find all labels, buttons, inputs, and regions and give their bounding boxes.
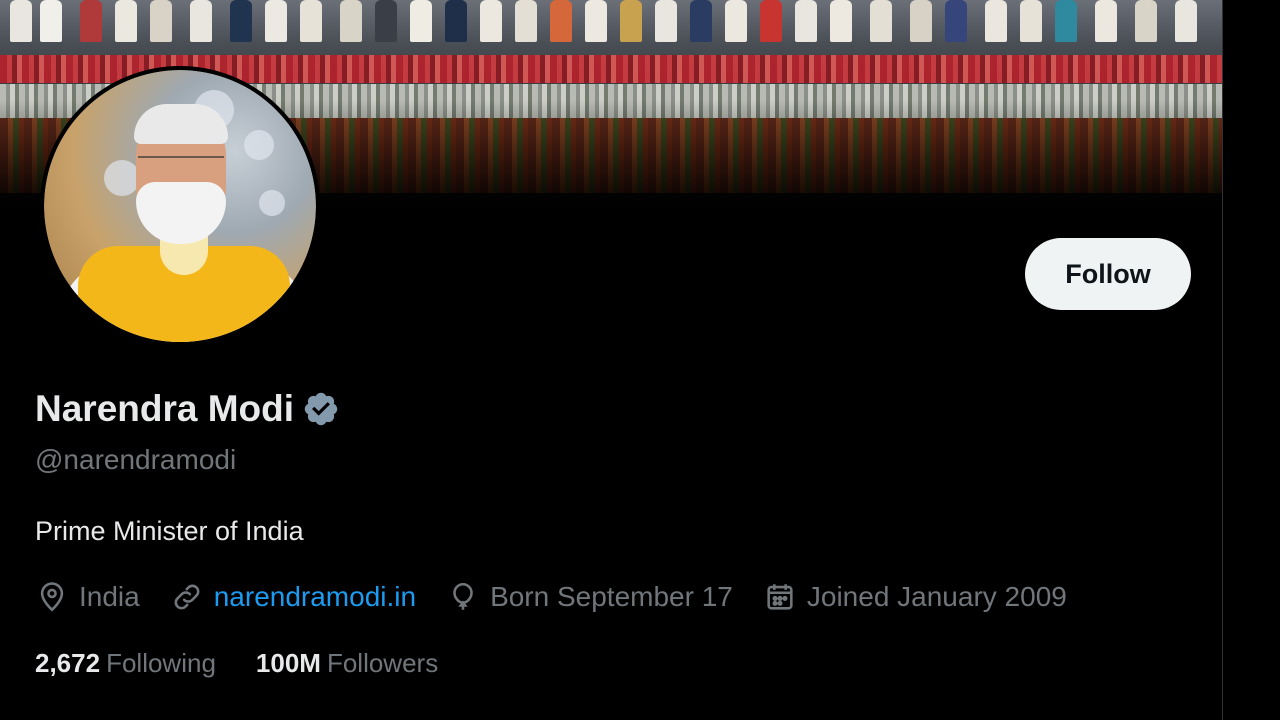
- follow-button[interactable]: Follow: [1025, 238, 1191, 310]
- joined-item: Joined January 2009: [763, 580, 1067, 614]
- joined-text: Joined January 2009: [806, 581, 1067, 612]
- banner-crowd: [0, 0, 1222, 46]
- profile-handle: @narendramodi: [35, 444, 237, 475]
- location-text: India: [79, 581, 140, 612]
- column-divider: [1222, 0, 1280, 720]
- location-item: India: [35, 580, 140, 614]
- profile-stats: 2,672 Following 100M Followers: [35, 648, 478, 679]
- following-label: Following: [106, 648, 216, 678]
- display-name: Narendra Modi: [35, 388, 295, 429]
- followers-label: Followers: [326, 648, 439, 678]
- profile-meta: India narendramodi.in Born September 17 …: [35, 580, 1067, 614]
- profile-bio: Prime Minister of India: [35, 516, 304, 546]
- followers-count: 100M: [255, 648, 321, 678]
- calendar-icon: [767, 584, 793, 610]
- website-link[interactable]: narendramodi.in: [214, 581, 416, 613]
- profile-name-row: Narendra Modi: [35, 388, 340, 430]
- website-item[interactable]: narendramodi.in: [170, 580, 416, 614]
- location-pin-icon: [40, 582, 64, 612]
- avatar[interactable]: [40, 66, 320, 346]
- balloon-icon: [453, 582, 473, 610]
- birthday-text: Born September 17: [490, 581, 733, 612]
- following-stat[interactable]: 2,672 Following: [35, 648, 216, 679]
- followers-stat[interactable]: 100M Followers: [256, 648, 438, 679]
- following-count: 2,672: [35, 648, 101, 678]
- birthday-item: Born September 17: [446, 580, 733, 614]
- verified-badge-icon[interactable]: [302, 390, 340, 428]
- link-icon: [174, 584, 200, 610]
